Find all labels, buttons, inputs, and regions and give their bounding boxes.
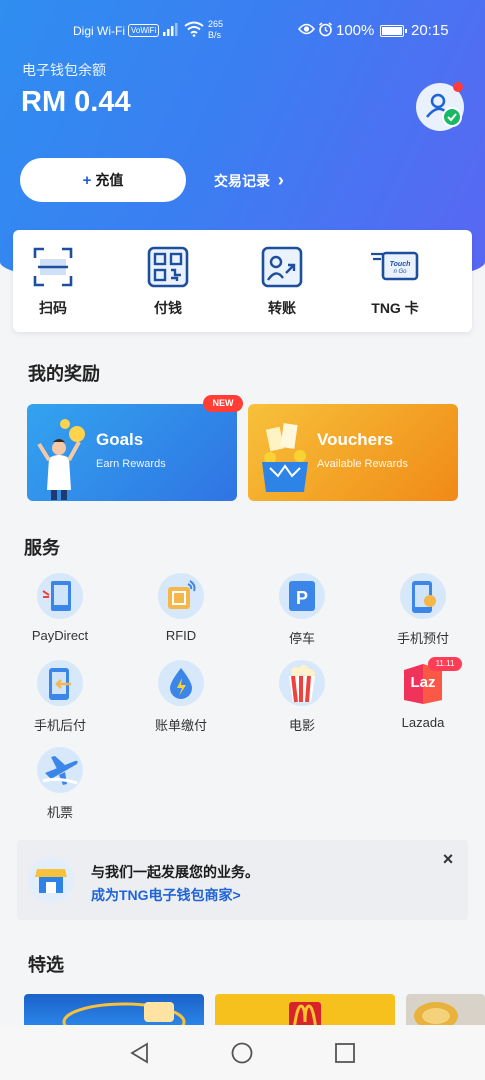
back-icon[interactable] — [128, 1041, 154, 1065]
balance-amount: RM 0.44 — [21, 86, 131, 118]
service-label: PayDirect — [31, 628, 89, 643]
system-navigation-bar — [0, 1025, 485, 1080]
clock: 20:15 — [411, 22, 449, 39]
quick-action-pay[interactable]: 付钱 — [128, 246, 208, 318]
vouchers-card[interactable]: Vouchers Available Rewards — [248, 404, 458, 501]
battery-percent: 100% — [336, 22, 375, 39]
goals-card[interactable]: Goals Earn Rewards — [27, 404, 237, 501]
vouchers-subtitle: Available Rewards — [317, 458, 408, 470]
wifi-icon — [184, 21, 204, 40]
service-label: Lazada — [401, 715, 445, 730]
paydirect-icon — [37, 573, 83, 619]
service-movie[interactable]: 电影 — [257, 660, 347, 734]
qr-pay-icon — [147, 246, 189, 288]
notification-dot — [453, 82, 463, 92]
service-prepaid-mobile[interactable]: 手机预付 — [378, 573, 468, 647]
vouchers-illustration-icon — [262, 423, 308, 492]
rfid-icon — [158, 573, 204, 619]
scan-icon — [33, 247, 73, 287]
quick-action-tng-card[interactable]: Touch n Go TNG 卡 — [355, 246, 435, 318]
svg-text:Touch: Touch — [390, 261, 411, 268]
topup-label: 充值 — [95, 172, 124, 188]
flight-icon — [37, 747, 83, 793]
service-postpaid-mobile[interactable]: 手机后付 — [15, 660, 105, 734]
status-bar: Digi Wi-Fi VoWiFi 265 B/s 100% 20:15 — [0, 16, 485, 46]
verified-check-icon — [442, 107, 462, 127]
carrier-name: Digi Wi-Fi — [73, 24, 125, 38]
parking-icon: P — [279, 573, 325, 619]
service-label: 账单缴付 — [154, 718, 207, 733]
service-paydirect[interactable]: PayDirect — [15, 573, 105, 643]
service-label: 电影 — [288, 718, 315, 733]
balance-label: 电子钱包余额 — [22, 62, 106, 78]
eye-icon — [297, 23, 316, 38]
service-label: 停车 — [288, 631, 315, 646]
quick-action-label: TNG 卡 — [371, 300, 419, 316]
chevron-right-icon: › — [277, 170, 284, 190]
vowifi-badge: VoWiFi — [128, 24, 160, 37]
quick-action-label: 转账 — [268, 300, 296, 316]
goals-illustration-icon — [37, 419, 85, 500]
service-label: 手机预付 — [396, 631, 449, 646]
transaction-history-link[interactable]: 交易记录 › — [214, 170, 284, 191]
movie-icon — [279, 660, 325, 706]
bill-payment-icon — [158, 660, 204, 706]
new-badge: NEW — [203, 395, 243, 412]
network-speed-unit: B/s — [208, 30, 222, 40]
service-rfid[interactable]: RFID — [136, 573, 226, 643]
svg-text:n Go: n Go — [393, 269, 407, 275]
quick-action-label: 付钱 — [154, 300, 182, 316]
home-icon[interactable] — [230, 1041, 256, 1065]
recents-icon[interactable] — [333, 1041, 359, 1065]
network-speed: 265 B/s — [208, 19, 223, 41]
store-icon — [28, 857, 74, 903]
plus-icon: + — [82, 171, 92, 189]
rewards-section-title: 我的奖励 — [28, 364, 100, 384]
battery-icon — [380, 25, 407, 37]
postpaid-mobile-icon — [37, 660, 83, 706]
goals-subtitle: Earn Rewards — [96, 458, 166, 470]
tng-card-icon: Touch n Go — [371, 251, 419, 281]
topup-button[interactable]: + 充值 — [20, 158, 186, 202]
service-label: 手机后付 — [33, 718, 86, 733]
goals-title: Goals — [96, 430, 144, 449]
prepaid-mobile-icon — [400, 573, 446, 619]
service-label: 机票 — [46, 805, 73, 820]
close-icon[interactable]: × — [439, 849, 457, 870]
service-parking[interactable]: P 停车 — [257, 573, 347, 647]
service-bill-payment[interactable]: 账单缴付 — [136, 660, 226, 734]
featured-section-title: 特选 — [28, 955, 64, 975]
service-label: RFID — [165, 628, 197, 643]
services-section-title: 服务 — [24, 538, 60, 558]
quick-actions-card: 扫码 付钱 转账 Touch n Go TNG 卡 — [13, 230, 472, 332]
merchant-banner[interactable]: 与我们一起发展您的业务。 成为TNG电子钱包商家> × — [17, 840, 468, 920]
signal-icon — [163, 22, 179, 39]
vouchers-title: Vouchers — [317, 430, 394, 449]
lazada-logo-text: Laz — [410, 674, 436, 691]
lazada-sale-badge: 11.11 — [428, 657, 462, 671]
merchant-title: 与我们一起发展您的业务。 — [91, 864, 259, 880]
alarm-icon — [318, 22, 333, 40]
merchant-signup-link[interactable]: 成为TNG电子钱包商家> — [91, 885, 241, 905]
transfer-icon — [261, 246, 303, 288]
network-speed-value: 265 — [208, 19, 224, 29]
quick-action-transfer[interactable]: 转账 — [242, 246, 322, 318]
svg-text:P: P — [296, 588, 308, 608]
quick-action-scan[interactable]: 扫码 — [13, 246, 93, 318]
history-label: 交易记录 — [214, 173, 270, 189]
service-flight[interactable]: 机票 — [15, 747, 105, 821]
quick-action-label: 扫码 — [39, 300, 67, 316]
